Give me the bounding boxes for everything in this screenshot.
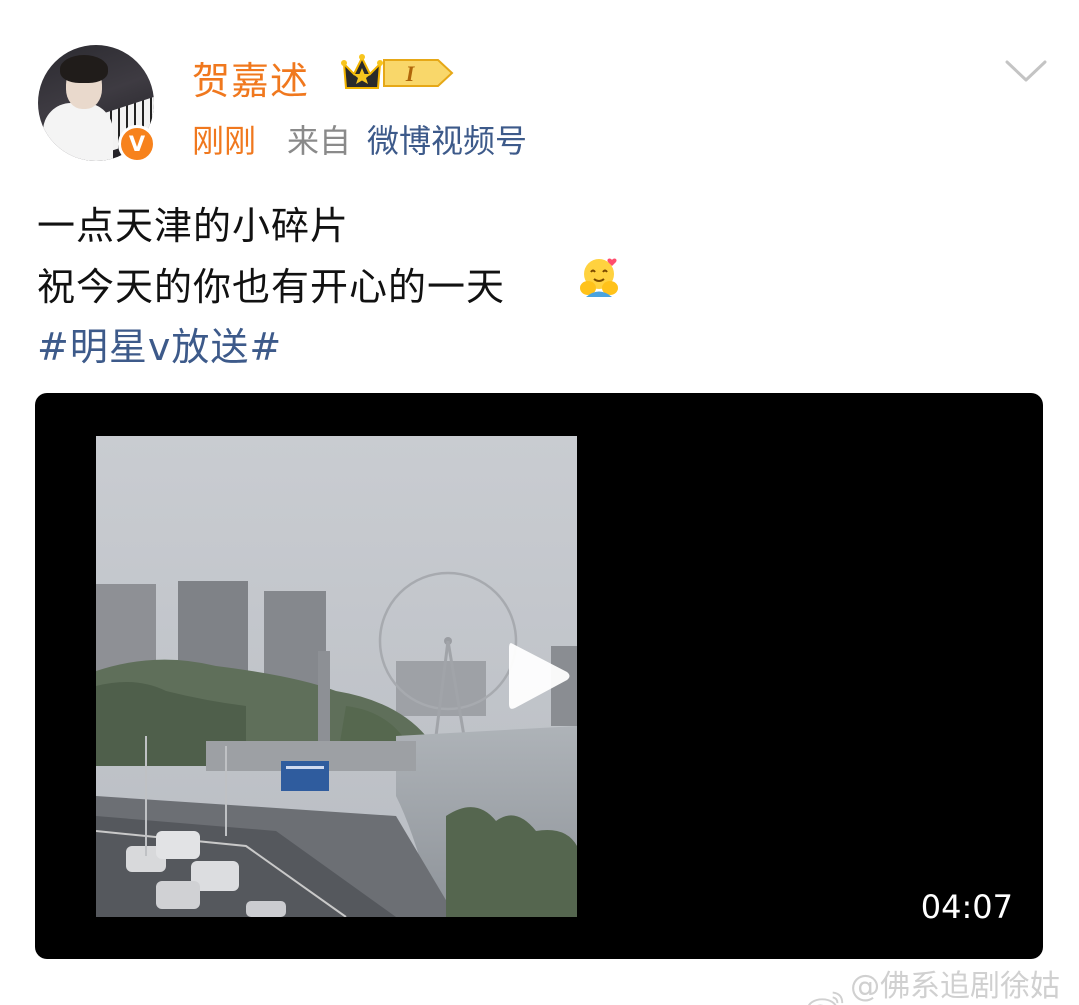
source-link[interactable]: 微博视频号	[367, 116, 527, 162]
video-player[interactable]: 04:07	[35, 393, 1043, 959]
avatar-hair	[60, 55, 108, 83]
verified-badge-icon: V	[118, 125, 156, 163]
vip-crown-badge-icon[interactable]: I	[340, 52, 455, 94]
source-prefix: 来自	[287, 122, 352, 160]
post-text-line-1: 一点天津的小碎片	[37, 204, 350, 248]
avatar-shirt	[43, 103, 113, 161]
chevron-down-icon[interactable]	[1003, 56, 1049, 86]
author-name[interactable]: 贺嘉述	[192, 50, 309, 105]
play-icon[interactable]	[505, 638, 575, 714]
vip-level-label: I	[405, 61, 416, 86]
post-timestamp: 刚刚	[192, 122, 257, 160]
video-duration: 04:07	[920, 888, 1013, 926]
watermark: @佛系追剧徐姑姑	[806, 961, 1079, 1005]
hashtag-topic[interactable]: #明星v放送#	[37, 316, 282, 371]
hug-emoji-icon	[580, 258, 618, 297]
watermark-text: @佛系追剧徐姑姑	[850, 969, 1061, 1004]
post-text-line-2: 祝今天的你也有开心的一天	[37, 265, 506, 309]
weibo-post-page: V 贺嘉述 I 刚刚 来自 微博视频号 一点天津的小碎片 祝今天的你也有开心的一…	[0, 0, 1079, 1005]
weibo-logo-icon	[807, 991, 844, 1005]
